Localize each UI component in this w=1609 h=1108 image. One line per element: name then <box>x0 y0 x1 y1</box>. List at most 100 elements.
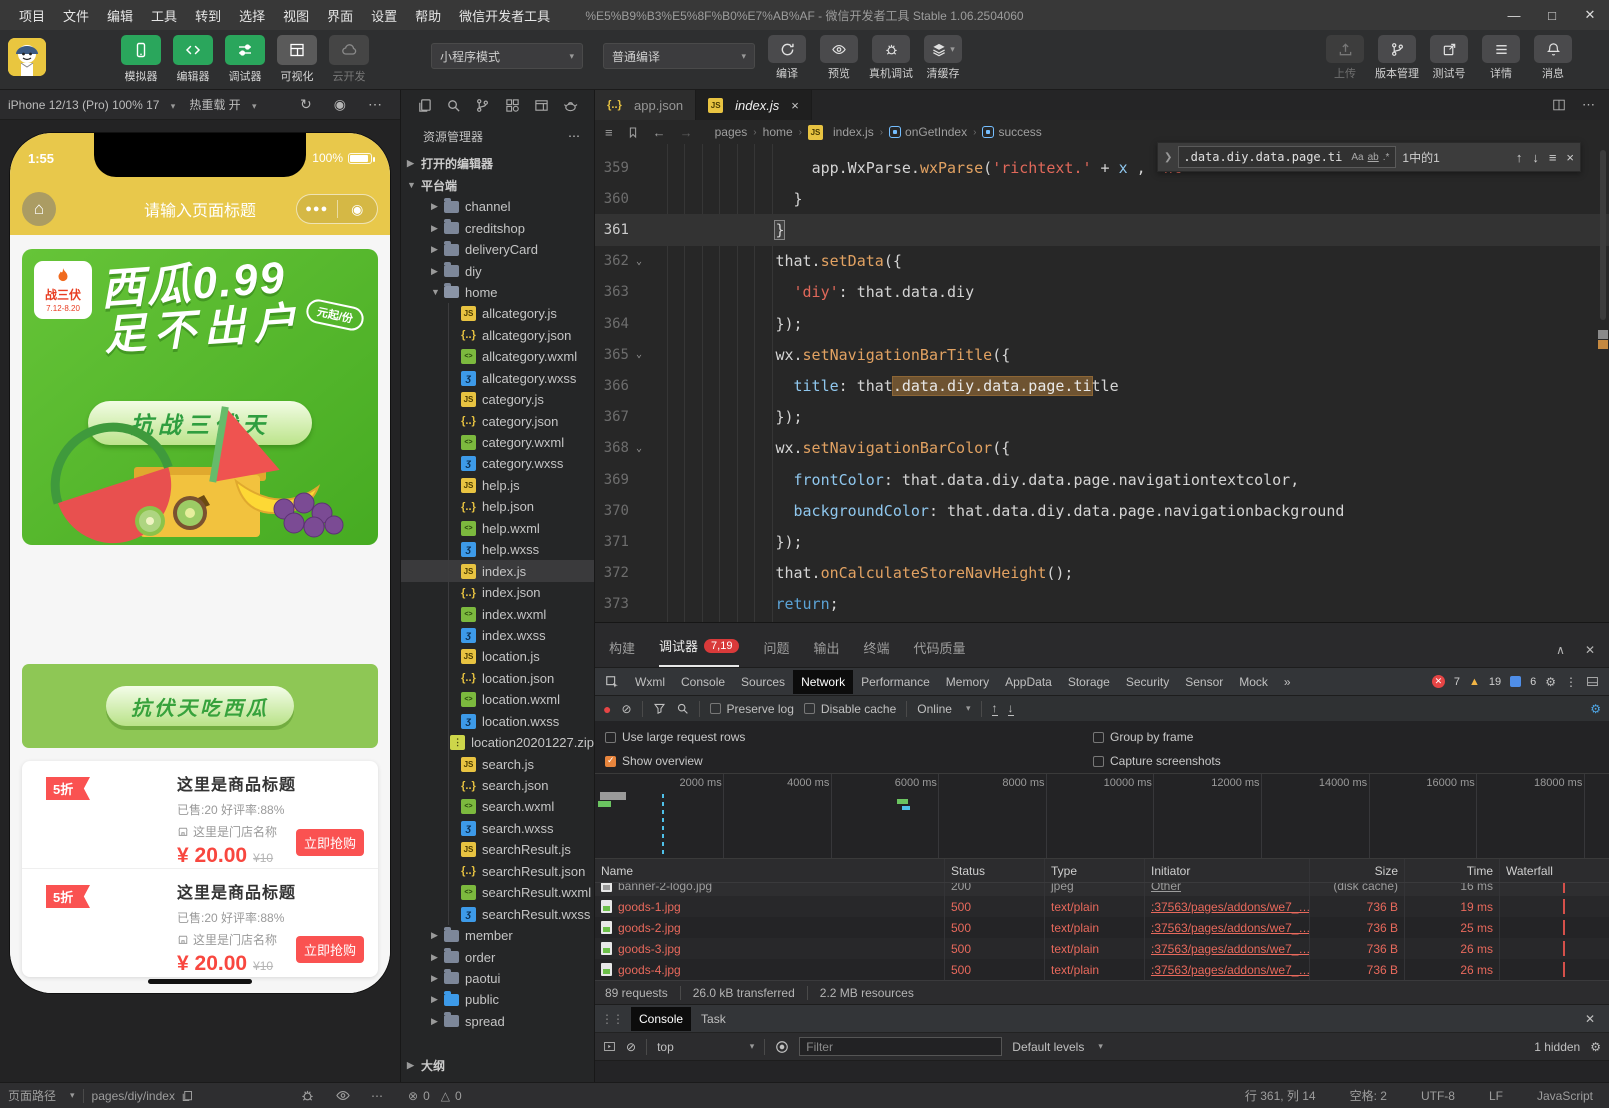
search-icon[interactable] <box>676 702 689 715</box>
column-header-size[interactable]: Size <box>1310 859 1405 882</box>
menu-item-微信开发者工具[interactable]: 微信开发者工具 <box>450 0 559 30</box>
source-control-icon[interactable] <box>475 98 490 113</box>
match-case-toggle[interactable]: Aa <box>1349 152 1365 163</box>
file-item-allcategory.json[interactable]: {..}allcategory.json <box>401 325 594 346</box>
console-output-area[interactable] <box>595 1060 1609 1084</box>
code-line-362[interactable]: 362⌄ that.setData({ <box>595 246 1609 277</box>
console-context-select[interactable]: top▾ <box>657 1040 754 1054</box>
extensions-icon[interactable] <box>505 98 520 113</box>
whole-word-toggle[interactable]: ab <box>1366 152 1381 163</box>
avatar[interactable] <box>8 38 46 76</box>
file-item-index.js[interactable]: JSindex.js <box>401 560 594 581</box>
devtools-tab-Security[interactable]: Security <box>1118 670 1177 694</box>
capsule-menu[interactable]: ●●● ◉ <box>296 194 378 224</box>
outline-list-icon[interactable]: ≡ <box>605 125 613 140</box>
cloud-tools-icon[interactable] <box>563 98 578 113</box>
code-line-368[interactable]: 368⌄ wx.setNavigationBarColor({ <box>595 433 1609 464</box>
option-show-overview[interactable]: Show overview <box>605 754 1093 768</box>
network-row-goods-2.jpg[interactable]: goods-2.jpg500text/plain:37563/pages/add… <box>595 917 1609 938</box>
statusbar-more-icon[interactable]: ⋯ <box>371 1089 383 1103</box>
folder-item-member[interactable]: ▶member <box>401 925 594 946</box>
breadcrumb-item-success[interactable]: success <box>982 125 1041 139</box>
language-mode[interactable]: JavaScript <box>1529 1089 1601 1103</box>
file-item-category.wxml[interactable]: <>category.wxml <box>401 432 594 453</box>
dock-side-icon[interactable] <box>1586 675 1599 688</box>
breadcrumb-item-index.js[interactable]: JSindex.js <box>808 125 874 140</box>
regex-toggle[interactable]: .* <box>1381 152 1392 163</box>
close-find-icon[interactable]: × <box>1566 150 1574 165</box>
breadcrumb-item-home[interactable]: home <box>763 125 793 139</box>
editor-scrollbar[interactable] <box>1597 144 1609 622</box>
folder-item-channel[interactable]: ▶channel <box>401 196 594 217</box>
menu-item-文件[interactable]: 文件 <box>54 0 98 30</box>
statusbar-eye-icon[interactable] <box>335 1088 351 1103</box>
product-row[interactable]: 5折这里是商品标题已售:20 好评率:88%这里是门店名称¥ 20.00¥10立… <box>22 868 378 975</box>
devtools-tab-Mock[interactable]: Mock <box>1231 670 1276 694</box>
mode-button-phone[interactable]: 模拟器 <box>118 35 164 84</box>
file-item-index.wxss[interactable]: ʒindex.wxss <box>401 625 594 646</box>
file-item-index.wxml[interactable]: <>index.wxml <box>401 603 594 624</box>
minimize-button[interactable]: — <box>1495 0 1533 30</box>
folder-item-paotui[interactable]: ▶paotui <box>401 968 594 989</box>
action-button-refresh[interactable]: 编译 <box>762 35 812 81</box>
file-item-location.js[interactable]: JSlocation.js <box>401 646 594 667</box>
indentation[interactable]: 空格: 2 <box>1342 1087 1395 1104</box>
mode-button-sliders[interactable]: 调试器 <box>222 35 268 84</box>
tab-index-js[interactable]: JS index.js × <box>696 90 812 120</box>
file-item-index.json[interactable]: {..}index.json <box>401 582 594 603</box>
file-item-search.wxml[interactable]: <>search.wxml <box>401 796 594 817</box>
search-icon[interactable] <box>446 98 461 113</box>
right-action-list[interactable]: 详情 <box>1476 35 1526 81</box>
file-item-searchResult.wxss[interactable]: ʒsearchResult.wxss <box>401 903 594 924</box>
network-row-banner-2-logo.jpg[interactable]: banner-2-logo.jpg200jpegOther(disk cache… <box>595 883 1609 896</box>
device-select[interactable]: iPhone 12/13 (Pro) 100% 17 ▾ <box>8 98 175 112</box>
column-header-name[interactable]: Name <box>595 859 945 882</box>
code-line-361[interactable]: 361 } <box>595 214 1609 245</box>
green-section-1[interactable]: 抗伏天吃西瓜 <box>22 664 378 748</box>
drawer-tab-Task[interactable]: Task <box>693 1007 734 1031</box>
menu-item-项目[interactable]: 项目 <box>10 0 54 30</box>
initiator-link[interactable]: :37563/pages/addons/we7_… <box>1151 963 1310 977</box>
network-row-goods-1.jpg[interactable]: goods-1.jpg500text/plain:37563/pages/add… <box>595 896 1609 917</box>
folder-item-deliveryCard[interactable]: ▶deliveryCard <box>401 239 594 260</box>
eol[interactable]: LF <box>1481 1089 1511 1103</box>
close-tab-icon[interactable]: × <box>791 98 799 113</box>
code-line-372[interactable]: 372 that.onCalculateStoreNavHeight(); <box>595 558 1609 589</box>
simulator-more-icon[interactable]: ⋯ <box>368 96 382 113</box>
devtools-tab-Network[interactable]: Network <box>793 670 853 694</box>
console-levels-select[interactable]: Default levels▾ <box>1012 1040 1103 1054</box>
folder-item-home[interactable]: ▼home <box>401 282 594 303</box>
split-editor-icon[interactable] <box>1552 98 1566 112</box>
explorer-icon[interactable] <box>417 98 432 113</box>
file-item-location.wxss[interactable]: ʒlocation.wxss <box>401 711 594 732</box>
clear-icon[interactable]: ⊘ <box>621 702 631 716</box>
action-button-bug[interactable]: 真机调试 <box>866 35 916 81</box>
network-overview-timeline[interactable]: 2000 ms4000 ms6000 ms8000 ms10000 ms1200… <box>595 773 1609 859</box>
collapse-panel-icon[interactable]: ∧ <box>1556 643 1565 657</box>
devtools-tab-Storage[interactable]: Storage <box>1060 670 1118 694</box>
code-editor[interactable]: 359 app.WxParse.wxParse('richtext.' + x … <box>595 144 1609 622</box>
code-line-366[interactable]: 366 title: that.data.diy.data.page.title <box>595 370 1609 401</box>
preserve-log-checkbox[interactable]: Preserve log <box>710 702 794 716</box>
file-item-location20201227.zip[interactable]: ⋮location20201227.zip <box>401 732 594 753</box>
panel-tab-构建[interactable]: 构建 <box>609 638 635 667</box>
statusbar-bug-icon[interactable] <box>300 1088 315 1103</box>
find-input[interactable]: .data.diy.data.page.ti Aaab.* <box>1178 146 1396 168</box>
close-drawer-icon[interactable]: ✕ <box>1585 1012 1603 1026</box>
breadcrumb-item-pages[interactable]: pages <box>715 125 748 139</box>
console-eye-icon[interactable] <box>775 1040 789 1054</box>
maximize-button[interactable]: □ <box>1533 0 1571 30</box>
folder-item-creditshop[interactable]: ▶creditshop <box>401 217 594 238</box>
option-use-large-request-rows[interactable]: Use large request rows <box>605 730 1093 744</box>
file-item-allcategory.wxml[interactable]: <>allcategory.wxml <box>401 346 594 367</box>
editor-more-icon[interactable]: ⋯ <box>1582 97 1595 113</box>
page-path-value[interactable]: pages/diy/index <box>84 1083 201 1108</box>
code-line-373[interactable]: 373 return; <box>595 589 1609 620</box>
statusbar-problems[interactable]: ⊗0 △0 <box>408 1089 462 1103</box>
page-path-select[interactable]: 页面路径▾ <box>0 1083 83 1108</box>
devtools-more-icon[interactable]: ⋮ <box>1565 675 1577 689</box>
column-header-initiator[interactable]: Initiator <box>1145 859 1310 882</box>
promo-banner[interactable]: 战三伏 7.12-8.20 西瓜0.99 足不出户 元起/份 抗战三伏天 <box>22 249 378 545</box>
record-icon[interactable]: ● <box>603 701 611 717</box>
file-item-category.js[interactable]: JScategory.js <box>401 389 594 410</box>
